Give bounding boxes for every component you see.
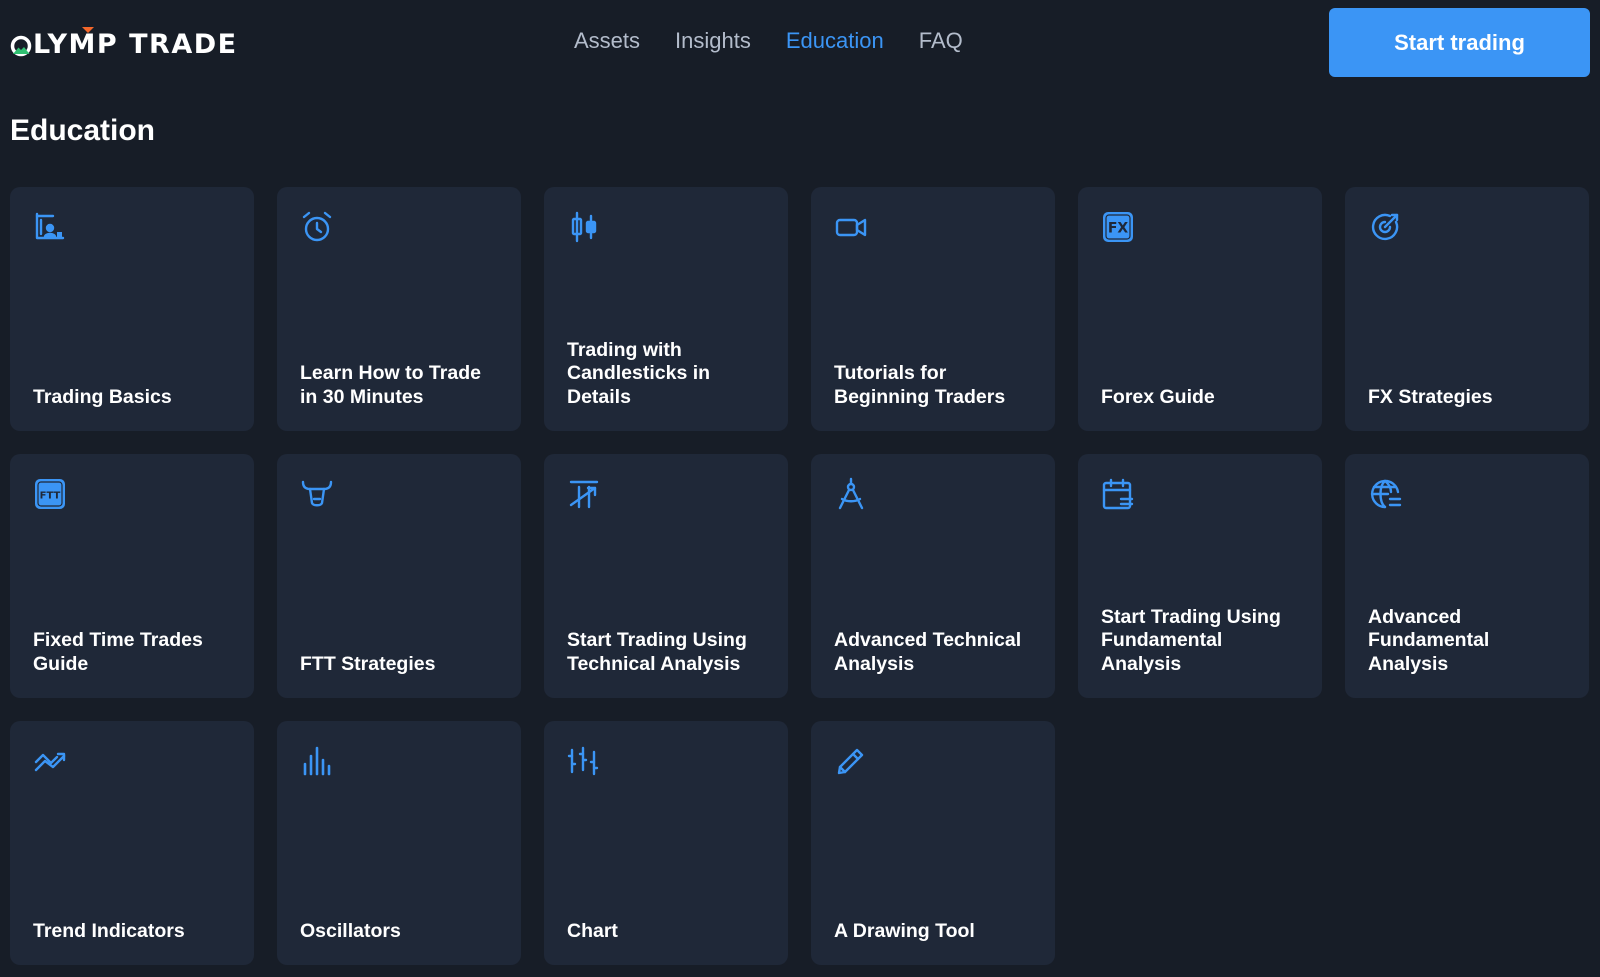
card-oscillators[interactable]: Oscillators xyxy=(277,721,521,965)
card-title: A Drawing Tool xyxy=(834,919,975,942)
trend-arrow-icon xyxy=(567,477,601,511)
card-forex-guide[interactable]: FX Forex Guide xyxy=(1078,187,1322,431)
card-chart[interactable]: Chart xyxy=(544,721,788,965)
bull-icon xyxy=(300,477,334,511)
card-advanced-fundamental[interactable]: Advanced Fundamental Analysis xyxy=(1345,454,1589,698)
logo-mark-icon xyxy=(10,33,32,57)
bar-chart-icon xyxy=(300,744,334,778)
card-technical-analysis[interactable]: Start Trading Using Technical Analysis xyxy=(544,454,788,698)
card-title: Tutorials for Beginning Traders xyxy=(834,362,1006,408)
ohlc-chart-icon xyxy=(567,744,601,778)
site-header: LYMP TRADE Assets Insights Education FAQ… xyxy=(0,0,1600,90)
card-fundamental-analysis[interactable]: Start Trading Using Fundamental Analysis xyxy=(1078,454,1322,698)
card-title: Advanced Technical Analysis xyxy=(834,629,1022,675)
card-title: Advanced Fundamental Analysis xyxy=(1368,605,1490,675)
start-trading-button[interactable]: Start trading xyxy=(1329,8,1590,77)
ftt-badge-icon: FTT xyxy=(33,477,67,511)
fx-badge-text: FX xyxy=(1108,221,1129,237)
nav-item-assets[interactable]: Assets xyxy=(574,26,640,56)
logo-accent-icon xyxy=(82,27,94,33)
nav-item-faq[interactable]: FAQ xyxy=(919,26,963,56)
card-fx-strategies[interactable]: FX Strategies xyxy=(1345,187,1589,431)
logo-text: LYMP TRADE xyxy=(33,29,238,60)
card-candlesticks[interactable]: Trading with Candlesticks in Details xyxy=(544,187,788,431)
card-fixed-time-trades[interactable]: FTT Fixed Time Trades Guide xyxy=(10,454,254,698)
candlestick-icon xyxy=(567,210,601,244)
card-title: Trading with Candlesticks in Details xyxy=(567,338,711,408)
globe-icon xyxy=(1368,477,1402,511)
fx-badge-icon: FX xyxy=(1101,210,1135,244)
card-title: FX Strategies xyxy=(1368,385,1493,408)
card-title: Learn How to Trade in 30 Minutes xyxy=(300,362,481,408)
ftt-badge-text: FTT xyxy=(40,491,61,502)
card-title: Forex Guide xyxy=(1101,385,1215,408)
pencil-icon xyxy=(834,744,868,778)
card-title: Start Trading Using Technical Analysis xyxy=(567,629,747,675)
compass-icon xyxy=(834,477,868,511)
page-title: Education xyxy=(10,114,156,147)
card-title: FTT Strategies xyxy=(300,652,436,675)
card-title: Fixed Time Trades Guide xyxy=(33,629,203,675)
card-trading-basics[interactable]: Trading Basics xyxy=(10,187,254,431)
card-trend-indicators[interactable]: Trend Indicators xyxy=(10,721,254,965)
card-drawing-tool[interactable]: A Drawing Tool xyxy=(811,721,1055,965)
video-camera-icon xyxy=(834,210,868,244)
card-title: Start Trading Using Fundamental Analysis xyxy=(1101,605,1281,675)
target-icon xyxy=(1368,210,1402,244)
page: LYMP TRADE Assets Insights Education FAQ… xyxy=(0,0,1600,977)
card-title: Trend Indicators xyxy=(33,919,185,942)
card-title: Chart xyxy=(567,919,618,942)
card-ftt-strategies[interactable]: FTT Strategies xyxy=(277,454,521,698)
logo[interactable]: LYMP TRADE xyxy=(10,27,238,60)
card-learn-30-minutes[interactable]: Learn How to Trade in 30 Minutes xyxy=(277,187,521,431)
nav-item-insights[interactable]: Insights xyxy=(675,26,751,56)
main-nav: Assets Insights Education FAQ xyxy=(574,26,998,56)
education-grid: Trading Basics Learn How to Trade in 30 … xyxy=(10,187,1589,965)
trend-line-icon xyxy=(33,744,67,778)
chart-person-icon xyxy=(33,210,67,244)
card-advanced-technical[interactable]: Advanced Technical Analysis xyxy=(811,454,1055,698)
card-title: Trading Basics xyxy=(33,385,172,408)
nav-item-education[interactable]: Education xyxy=(786,26,884,56)
card-title: Oscillators xyxy=(300,919,401,942)
alarm-clock-icon xyxy=(300,210,334,244)
calendar-icon xyxy=(1101,477,1135,511)
card-tutorials[interactable]: Tutorials for Beginning Traders xyxy=(811,187,1055,431)
